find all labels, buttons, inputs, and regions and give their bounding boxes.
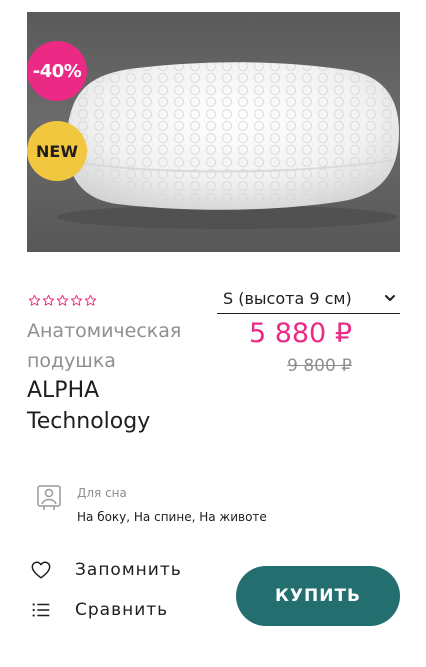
new-badge: NEW — [27, 121, 87, 181]
price-current: 5 880 ₽ — [248, 318, 352, 349]
pillow-illustration — [57, 62, 399, 229]
list-icon — [32, 603, 50, 617]
feature-values: На боку, На спине, На животе — [77, 510, 267, 524]
rating-stars[interactable] — [28, 294, 97, 307]
size-select[interactable]: S (высота 9 см) — [217, 283, 400, 314]
buy-button[interactable]: КУПИТЬ — [236, 566, 400, 626]
price-old: 9 800 ₽ — [287, 356, 352, 376]
sleeper-icon — [37, 485, 61, 510]
product-image[interactable] — [27, 12, 400, 252]
heart-icon — [31, 561, 51, 579]
star-outline-icon — [84, 294, 97, 306]
star-outline-icon — [70, 294, 83, 306]
favorite-label: Запомнить — [75, 560, 182, 580]
star-outline-icon — [28, 294, 41, 306]
size-select-value: S (высота 9 см) — [223, 288, 352, 308]
chevron-down-icon — [385, 295, 395, 301]
discount-badge: -40% — [27, 41, 87, 101]
product-name-model[interactable]: ALPHA Technology — [27, 375, 212, 437]
star-outline-icon — [56, 294, 69, 306]
favorite-button[interactable]: Запомнить — [30, 559, 182, 581]
feature-title: Для сна — [77, 486, 127, 500]
product-name-type: Анатомическая подушка — [27, 320, 182, 372]
compare-label: Сравнить — [75, 600, 169, 620]
compare-button[interactable]: Сравнить — [30, 599, 168, 621]
star-outline-icon — [42, 294, 55, 306]
